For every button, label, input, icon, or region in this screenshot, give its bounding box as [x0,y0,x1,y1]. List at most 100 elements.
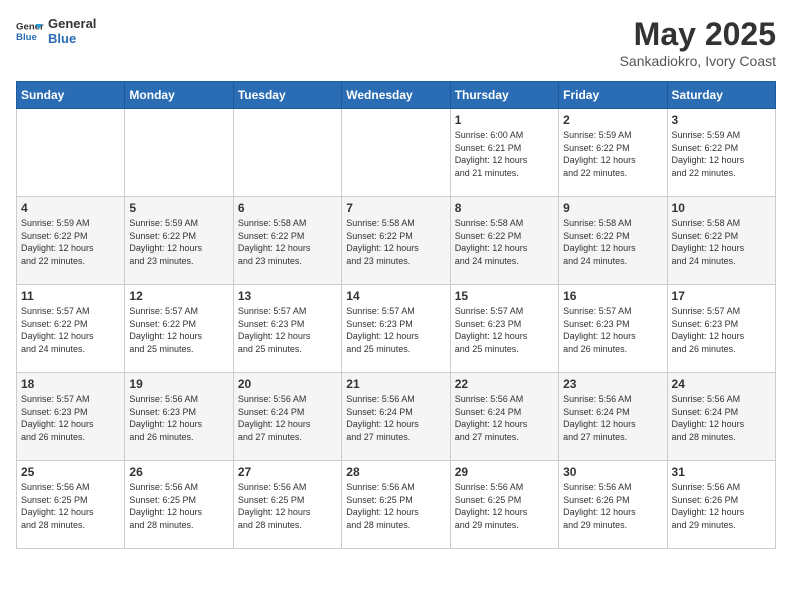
calendar-week-row: 11 Sunrise: 5:57 AM Sunset: 6:22 PM Dayli… [17,285,776,373]
day-number: 4 [21,201,120,215]
cell-content: Sunrise: 5:56 AM Sunset: 6:26 PM Dayligh… [563,481,662,531]
location-subtitle: Sankadiokro, Ivory Coast [620,53,776,69]
calendar-cell: 20 Sunrise: 5:56 AM Sunset: 6:24 PM Dayli… [233,373,341,461]
page-header: General Blue General Blue May 2025 Sanka… [16,16,776,69]
calendar-cell: 26Sunrise: 5:56 AM Sunset: 6:25 PM Dayli… [125,461,233,549]
cell-content: Sunrise: 5:59 AM Sunset: 6:22 PM Dayligh… [563,129,662,179]
calendar-cell: 30 Sunrise: 5:56 AM Sunset: 6:26 PM Dayli… [559,461,667,549]
cell-content: Sunrise: 5:58 AM Sunset: 6:22 PM Dayligh… [672,217,771,267]
day-of-week-header: Sunday [17,82,125,109]
day-number: 20 [238,377,337,391]
cell-content: Sunrise: 5:59 AM Sunset: 6:22 PM Dayligh… [129,217,228,267]
day-number: 19 [129,377,228,391]
calendar-cell: 5 Sunrise: 5:59 AM Sunset: 6:22 PM Daylig… [125,197,233,285]
day-number: 15 [455,289,554,303]
cell-content: Sunrise: 5:57 AM Sunset: 6:23 PM Dayligh… [455,305,554,355]
day-number: 29 [455,465,554,479]
day-number: 16 [563,289,662,303]
calendar-cell: 29 Sunrise: 5:56 AM Sunset: 6:25 PM Dayli… [450,461,558,549]
calendar-cell: 8Sunrise: 5:58 AM Sunset: 6:22 PM Daylig… [450,197,558,285]
calendar-cell: 7 Sunrise: 5:58 AM Sunset: 6:22 PM Daylig… [342,197,450,285]
day-number: 3 [672,113,771,127]
calendar-cell: 24Sunrise: 5:56 AM Sunset: 6:24 PM Dayli… [667,373,775,461]
day-number: 26 [129,465,228,479]
calendar-cell: 13 Sunrise: 5:57 AM Sunset: 6:23 PM Dayli… [233,285,341,373]
calendar-week-row: 4 Sunrise: 5:59 AM Sunset: 6:22 PM Daylig… [17,197,776,285]
day-number: 18 [21,377,120,391]
day-number: 22 [455,377,554,391]
calendar-cell: 21Sunrise: 5:56 AM Sunset: 6:24 PM Dayli… [342,373,450,461]
calendar-cell [342,109,450,197]
day-number: 21 [346,377,445,391]
calendar-week-row: 18 Sunrise: 5:57 AM Sunset: 6:23 PM Dayli… [17,373,776,461]
day-number: 11 [21,289,120,303]
cell-content: Sunrise: 5:57 AM Sunset: 6:22 PM Dayligh… [129,305,228,355]
cell-content: Sunrise: 5:56 AM Sunset: 6:24 PM Dayligh… [238,393,337,443]
cell-content: Sunrise: 5:56 AM Sunset: 6:25 PM Dayligh… [238,481,337,531]
day-of-week-header: Thursday [450,82,558,109]
svg-text:Blue: Blue [16,32,37,43]
title-block: May 2025 Sankadiokro, Ivory Coast [620,16,776,69]
logo-general: General [48,16,96,31]
calendar-cell: 25 Sunrise: 5:56 AM Sunset: 6:25 PM Dayli… [17,461,125,549]
calendar-week-row: 1 Sunrise: 6:00 AM Sunset: 6:21 PM Daylig… [17,109,776,197]
calendar-cell: 22Sunrise: 5:56 AM Sunset: 6:24 PM Dayli… [450,373,558,461]
cell-content: Sunrise: 5:57 AM Sunset: 6:23 PM Dayligh… [21,393,120,443]
calendar-cell: 23Sunrise: 5:56 AM Sunset: 6:24 PM Dayli… [559,373,667,461]
day-number: 6 [238,201,337,215]
calendar-cell: 2Sunrise: 5:59 AM Sunset: 6:22 PM Daylig… [559,109,667,197]
cell-content: Sunrise: 5:56 AM Sunset: 6:25 PM Dayligh… [21,481,120,531]
cell-content: Sunrise: 5:56 AM Sunset: 6:25 PM Dayligh… [455,481,554,531]
calendar-cell: 1 Sunrise: 6:00 AM Sunset: 6:21 PM Daylig… [450,109,558,197]
calendar-cell: 28 Sunrise: 5:56 AM Sunset: 6:25 PM Dayli… [342,461,450,549]
cell-content: Sunrise: 5:59 AM Sunset: 6:22 PM Dayligh… [672,129,771,179]
cell-content: Sunrise: 5:58 AM Sunset: 6:22 PM Dayligh… [346,217,445,267]
calendar-cell [233,109,341,197]
cell-content: Sunrise: 5:58 AM Sunset: 6:22 PM Dayligh… [455,217,554,267]
calendar-cell: 10 Sunrise: 5:58 AM Sunset: 6:22 PM Dayli… [667,197,775,285]
calendar-cell: 11 Sunrise: 5:57 AM Sunset: 6:22 PM Dayli… [17,285,125,373]
calendar-header-row: SundayMondayTuesdayWednesdayThursdayFrid… [17,82,776,109]
logo: General Blue General Blue [16,16,96,46]
day-number: 25 [21,465,120,479]
cell-content: Sunrise: 5:57 AM Sunset: 6:23 PM Dayligh… [346,305,445,355]
cell-content: Sunrise: 5:57 AM Sunset: 6:22 PM Dayligh… [21,305,120,355]
cell-content: Sunrise: 5:56 AM Sunset: 6:24 PM Dayligh… [672,393,771,443]
calendar-cell: 4Sunrise: 5:59 AM Sunset: 6:22 PM Daylig… [17,197,125,285]
cell-content: Sunrise: 5:56 AM Sunset: 6:25 PM Dayligh… [346,481,445,531]
cell-content: Sunrise: 6:00 AM Sunset: 6:21 PM Dayligh… [455,129,554,179]
calendar-cell: 16 Sunrise: 5:57 AM Sunset: 6:23 PM Dayli… [559,285,667,373]
day-of-week-header: Friday [559,82,667,109]
calendar-cell [17,109,125,197]
calendar-cell: 6 Sunrise: 5:58 AM Sunset: 6:22 PM Daylig… [233,197,341,285]
calendar-cell: 12Sunrise: 5:57 AM Sunset: 6:22 PM Dayli… [125,285,233,373]
cell-content: Sunrise: 5:58 AM Sunset: 6:22 PM Dayligh… [238,217,337,267]
calendar-cell: 27Sunrise: 5:56 AM Sunset: 6:25 PM Dayli… [233,461,341,549]
day-number: 13 [238,289,337,303]
day-number: 9 [563,201,662,215]
day-of-week-header: Saturday [667,82,775,109]
cell-content: Sunrise: 5:57 AM Sunset: 6:23 PM Dayligh… [563,305,662,355]
calendar-cell: 14 Sunrise: 5:57 AM Sunset: 6:23 PM Dayli… [342,285,450,373]
day-number: 14 [346,289,445,303]
calendar-table: SundayMondayTuesdayWednesdayThursdayFrid… [16,81,776,549]
calendar-cell: 9Sunrise: 5:58 AM Sunset: 6:22 PM Daylig… [559,197,667,285]
day-number: 10 [672,201,771,215]
logo-blue: Blue [48,31,96,46]
day-number: 7 [346,201,445,215]
calendar-week-row: 25 Sunrise: 5:56 AM Sunset: 6:25 PM Dayli… [17,461,776,549]
cell-content: Sunrise: 5:57 AM Sunset: 6:23 PM Dayligh… [672,305,771,355]
calendar-cell: 3 Sunrise: 5:59 AM Sunset: 6:22 PM Daylig… [667,109,775,197]
cell-content: Sunrise: 5:57 AM Sunset: 6:23 PM Dayligh… [238,305,337,355]
day-number: 1 [455,113,554,127]
logo-icon: General Blue [16,17,44,45]
day-number: 5 [129,201,228,215]
day-number: 28 [346,465,445,479]
cell-content: Sunrise: 5:56 AM Sunset: 6:24 PM Dayligh… [563,393,662,443]
calendar-cell: 15 Sunrise: 5:57 AM Sunset: 6:23 PM Dayli… [450,285,558,373]
day-number: 30 [563,465,662,479]
calendar-cell: 18 Sunrise: 5:57 AM Sunset: 6:23 PM Dayli… [17,373,125,461]
day-number: 31 [672,465,771,479]
cell-content: Sunrise: 5:56 AM Sunset: 6:26 PM Dayligh… [672,481,771,531]
calendar-cell: 17Sunrise: 5:57 AM Sunset: 6:23 PM Dayli… [667,285,775,373]
